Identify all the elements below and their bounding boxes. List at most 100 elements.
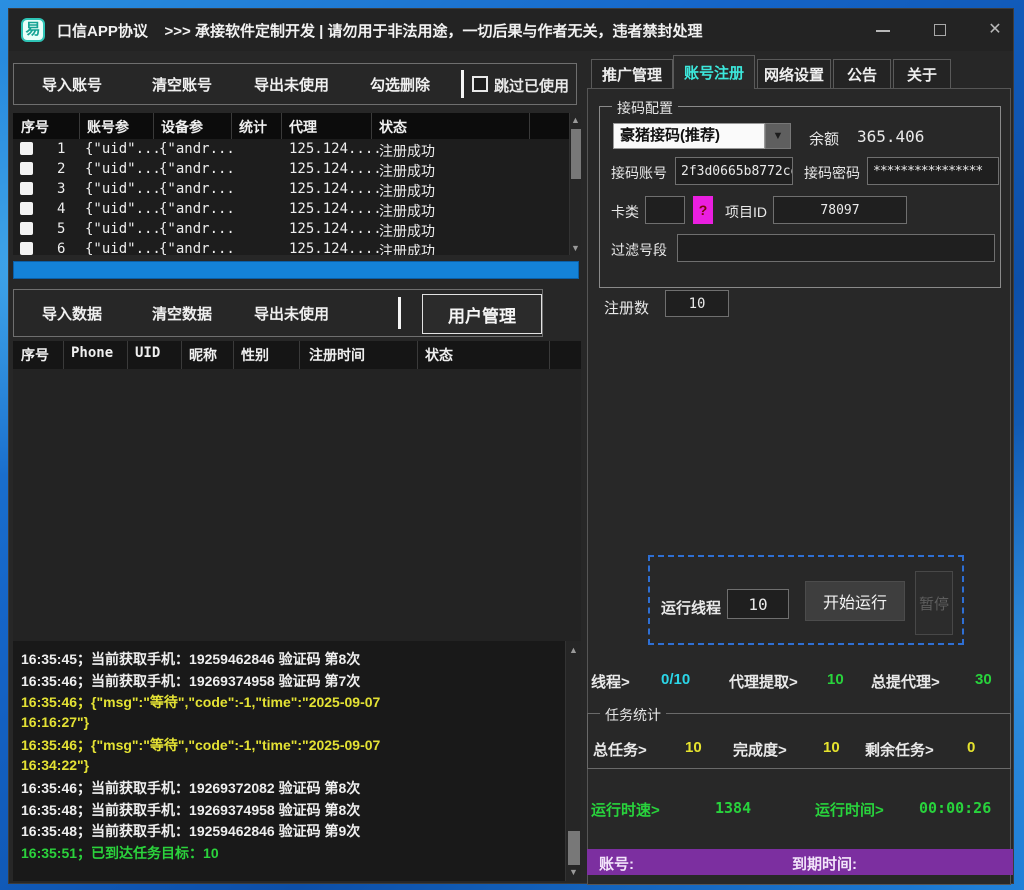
log-output[interactable]: 16:35:45；当前获取手机：19259462846 验证码 第8次16:35… (13, 641, 581, 881)
skip-used-checkbox[interactable] (472, 76, 488, 92)
col-account[interactable]: 账号参 (87, 117, 129, 137)
cell-account: {"uid"... (85, 181, 161, 197)
col-device[interactable]: 设备参 (161, 117, 203, 137)
col-status[interactable]: 状态 (379, 117, 407, 137)
scroll-up-icon[interactable]: ▲ (566, 643, 581, 657)
account-table-scrollbar[interactable]: ▲ ▼ (569, 113, 581, 255)
col-status[interactable]: 状态 (425, 345, 453, 365)
account-table-header: 序号 账号参 设备参 统计 代理 状态 (13, 113, 581, 139)
header-divider (127, 341, 128, 369)
col-phone[interactable]: Phone (71, 345, 113, 361)
col-seq[interactable]: 序号 (21, 117, 49, 137)
card-type-label: 卡类 (611, 202, 639, 222)
scroll-down-icon[interactable]: ▼ (566, 865, 581, 879)
cell-account: {"uid"... (85, 161, 161, 177)
import-data-button[interactable]: 导入数据 (42, 290, 102, 336)
delete-checked-button[interactable]: 勾选删除 (370, 64, 430, 104)
table-row[interactable]: 2{"uid"...{"andr...125.124....注册成功 (13, 159, 565, 179)
help-button[interactable]: ? (693, 196, 713, 224)
col-regtime[interactable]: 注册时间 (309, 345, 365, 365)
card-type-input[interactable] (645, 196, 685, 224)
header-divider (181, 341, 182, 369)
progress-bar (13, 261, 579, 279)
account-table: 序号 账号参 设备参 统计 代理 状态 1{"uid"...{"andr...1… (13, 113, 581, 255)
header-divider (79, 113, 80, 139)
tab-promotion[interactable]: 推广管理 (591, 59, 673, 88)
scroll-thumb[interactable] (568, 831, 580, 865)
skip-used-label: 跳过已使用 (494, 75, 569, 96)
col-gender[interactable]: 性别 (241, 345, 269, 365)
col-stats[interactable]: 统计 (239, 117, 267, 137)
sms-provider-select[interactable]: 豪猪接码(推荐) (613, 123, 765, 149)
sms-password-input[interactable]: **************** (867, 157, 999, 185)
total-proxy-label: 总提代理> (871, 671, 940, 692)
cell-seq: 6 (57, 241, 65, 255)
row-checkbox[interactable] (20, 242, 33, 255)
maximize-icon (934, 24, 946, 36)
row-checkbox[interactable] (20, 162, 33, 175)
completed-label: 完成度> (733, 739, 787, 760)
row-checkbox[interactable] (20, 182, 33, 195)
table-row[interactable]: 3{"uid"...{"andr...125.124....注册成功 (13, 179, 565, 199)
cell-device: {"andr... (159, 201, 235, 217)
titlebar[interactable]: 易 口信APP协议 >>> 承接软件定制开发 | 请勿用于非法用途，一切后果与作… (9, 9, 1013, 51)
cell-proxy: 125.124.... (289, 221, 382, 237)
remaining-tasks-label: 剩余任务> (865, 739, 934, 760)
cell-status: 注册成功 (379, 241, 435, 255)
table-row[interactable]: 4{"uid"...{"andr...125.124....注册成功 (13, 199, 565, 219)
export-unused-data-button[interactable]: 导出未使用 (254, 290, 329, 336)
row-checkbox[interactable] (20, 142, 33, 155)
thread-count-input[interactable]: 10 (727, 589, 789, 619)
toolbar-divider (461, 70, 464, 98)
data-toolbar: 导入数据 清空数据 导出未使用 用户管理 (13, 289, 543, 337)
tab-announcement[interactable]: 公告 (833, 59, 891, 88)
log-line: 16:35:46；{"msg":"等待","code":-1,"time":"2… (21, 735, 380, 755)
table-row[interactable]: 1{"uid"...{"andr...125.124....注册成功 (13, 139, 565, 159)
row-checkbox[interactable] (20, 202, 33, 215)
filter-prefix-input[interactable] (677, 234, 995, 262)
table-row[interactable]: 6{"uid"...{"andr...125.124....注册成功 (13, 239, 565, 255)
log-line: 16:35:51；已到达任务目标：10 (21, 843, 219, 863)
threads-value: 0/10 (661, 671, 690, 688)
export-unused-accounts-button[interactable]: 导出未使用 (254, 64, 329, 104)
sms-account-input[interactable]: 2f3d0665b8772cd (675, 157, 793, 185)
import-accounts-button[interactable]: 导入账号 (42, 64, 102, 104)
col-seq[interactable]: 序号 (21, 345, 49, 365)
tab-about[interactable]: 关于 (893, 59, 951, 88)
scroll-down-icon[interactable]: ▼ (570, 241, 581, 255)
tab-account-register[interactable]: 账号注册 (673, 55, 755, 89)
completed-value: 10 (823, 739, 840, 756)
clear-accounts-button[interactable]: 清空账号 (152, 64, 212, 104)
cell-proxy: 125.124.... (289, 161, 382, 177)
desktop-background: 易 口信APP协议 >>> 承接软件定制开发 | 请勿用于非法用途，一切后果与作… (0, 0, 1024, 890)
total-tasks-label: 总任务> (593, 739, 647, 760)
table-row[interactable]: 5{"uid"...{"andr...125.124....注册成功 (13, 219, 565, 239)
register-count-input[interactable]: 10 (665, 290, 729, 317)
tab-network-settings[interactable]: 网络设置 (757, 59, 831, 88)
cell-status: 注册成功 (379, 161, 435, 181)
scroll-up-icon[interactable]: ▲ (570, 113, 581, 127)
col-proxy[interactable]: 代理 (289, 117, 317, 137)
log-line: 16:35:45；当前获取手机：19259462846 验证码 第8次 (21, 649, 360, 669)
col-uid[interactable]: UID (135, 345, 160, 361)
app-window: 易 口信APP协议 >>> 承接软件定制开发 | 请勿用于非法用途，一切后果与作… (8, 8, 1014, 884)
start-run-button[interactable]: 开始运行 (805, 581, 905, 621)
license-account-label: 账号: (599, 853, 634, 874)
row-checkbox[interactable] (20, 222, 33, 235)
clear-data-button[interactable]: 清空数据 (152, 290, 212, 336)
col-nickname[interactable]: 昵称 (189, 345, 217, 365)
cell-proxy: 125.124.... (289, 181, 382, 197)
header-divider (231, 113, 232, 139)
maximize-button[interactable] (924, 17, 956, 43)
cell-device: {"andr... (159, 241, 235, 255)
cell-seq: 4 (57, 201, 65, 217)
log-scrollbar[interactable]: ▲ ▼ (565, 641, 581, 881)
scroll-thumb[interactable] (571, 129, 581, 179)
minimize-button[interactable] (867, 17, 899, 43)
dropdown-arrow-icon[interactable]: ▼ (765, 123, 791, 149)
pause-button[interactable]: 暂停 (915, 571, 953, 635)
close-button[interactable]: ✕ (979, 17, 1011, 43)
user-management-button[interactable]: 用户管理 (422, 294, 542, 334)
project-id-input[interactable]: 78097 (773, 196, 907, 224)
log-line: 16:35:46；当前获取手机：19269374958 验证码 第7次 (21, 671, 360, 691)
